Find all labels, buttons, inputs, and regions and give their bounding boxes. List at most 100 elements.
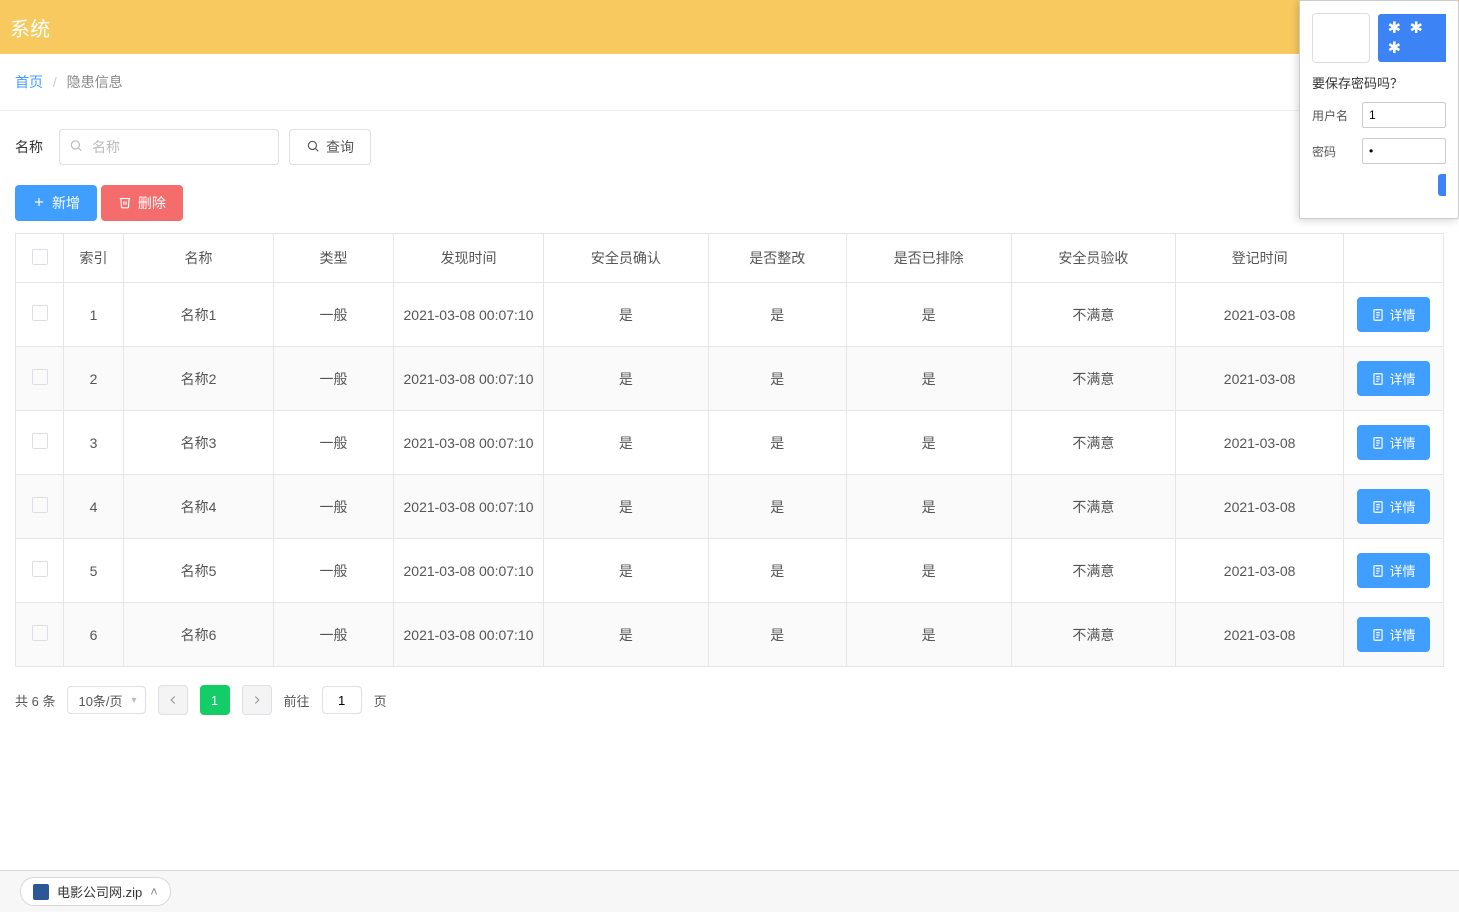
cell-rectified: 是	[708, 539, 846, 603]
cell-index: 6	[64, 603, 124, 667]
cell-found-time: 2021-03-08 00:07:10	[394, 283, 544, 347]
detail-button-label: 详情	[1389, 433, 1415, 452]
cell-excluded: 是	[846, 603, 1011, 667]
cell-rectified: 是	[708, 475, 846, 539]
table-row: 5名称5一般2021-03-08 00:07:10是是是不满意2021-03-0…	[16, 539, 1444, 603]
table-row: 1名称1一般2021-03-08 00:07:10是是是不满意2021-03-0…	[16, 283, 1444, 347]
document-icon	[1371, 500, 1385, 514]
cell-safety-confirm: 是	[544, 475, 709, 539]
row-checkbox[interactable]	[32, 561, 48, 577]
row-checkbox[interactable]	[32, 625, 48, 641]
header-type: 类型	[274, 234, 394, 283]
cell-register-time: 2021-03-08	[1176, 475, 1344, 539]
jump-suffix: 页	[374, 691, 387, 710]
detail-button[interactable]: 详情	[1357, 297, 1429, 332]
breadcrumb-current: 隐患信息	[67, 74, 123, 90]
page-size-label: 10条/页	[78, 691, 122, 710]
trash-icon	[118, 195, 132, 212]
cell-type: 一般	[274, 603, 394, 667]
header-safety-accept: 安全员验收	[1011, 234, 1176, 283]
jump-prefix: 前往	[284, 691, 310, 710]
row-checkbox[interactable]	[32, 369, 48, 385]
header-rectified: 是否整改	[708, 234, 846, 283]
name-filter-label: 名称	[15, 137, 43, 157]
delete-button[interactable]: 删除	[101, 185, 183, 221]
document-icon	[1371, 564, 1385, 578]
app-title: 系统	[10, 13, 50, 42]
table-row: 4名称4一般2021-03-08 00:07:10是是是不满意2021-03-0…	[16, 475, 1444, 539]
cell-name: 名称3	[124, 411, 274, 475]
chevron-right-icon	[250, 693, 264, 707]
prev-page-button[interactable]	[158, 685, 188, 715]
chevron-left-icon	[166, 693, 180, 707]
detail-button[interactable]: 详情	[1357, 617, 1429, 652]
row-checkbox[interactable]	[32, 497, 48, 513]
detail-button-label: 详情	[1389, 369, 1415, 388]
zip-file-icon	[33, 884, 49, 900]
detail-button[interactable]: 详情	[1357, 553, 1429, 588]
cell-safety-accept: 不满意	[1011, 539, 1176, 603]
download-item[interactable]: 电影公司网.zip ˄	[20, 877, 171, 906]
detail-button[interactable]: 详情	[1357, 361, 1429, 396]
document-icon	[1371, 436, 1385, 450]
header-safety-confirm: 安全员确认	[544, 234, 709, 283]
page-size-select[interactable]: 10条/页	[67, 686, 145, 714]
magnifier-icon	[306, 139, 320, 156]
breadcrumb-home[interactable]: 首页	[15, 74, 43, 90]
save-popup-primary-button[interactable]	[1438, 174, 1446, 196]
detail-button-label: 详情	[1389, 561, 1415, 580]
search-button[interactable]: 查询	[289, 129, 371, 165]
plus-icon	[32, 195, 46, 212]
document-icon	[1371, 308, 1385, 322]
header-name: 名称	[124, 234, 274, 283]
cell-name: 名称4	[124, 475, 274, 539]
cell-excluded: 是	[846, 475, 1011, 539]
detail-button[interactable]: 详情	[1357, 489, 1429, 524]
select-all-checkbox[interactable]	[32, 249, 48, 265]
save-popup-title: 要保存密码吗？	[1312, 73, 1446, 92]
name-filter-input[interactable]	[59, 129, 279, 165]
cell-found-time: 2021-03-08 00:07:10	[394, 539, 544, 603]
chevron-up-icon: ˄	[150, 884, 158, 899]
cell-safety-confirm: 是	[544, 283, 709, 347]
cell-register-time: 2021-03-08	[1176, 283, 1344, 347]
download-bar: 电影公司网.zip ˄	[0, 870, 1459, 912]
cell-index: 3	[64, 411, 124, 475]
row-checkbox[interactable]	[32, 305, 48, 321]
cell-safety-accept: 不满意	[1011, 603, 1176, 667]
table-row: 6名称6一般2021-03-08 00:07:10是是是不满意2021-03-0…	[16, 603, 1444, 667]
cell-safety-accept: 不满意	[1011, 283, 1176, 347]
cell-name: 名称5	[124, 539, 274, 603]
header-actions	[1344, 234, 1444, 283]
detail-button-label: 详情	[1389, 625, 1415, 644]
cell-register-time: 2021-03-08	[1176, 347, 1344, 411]
detail-button[interactable]: 详情	[1357, 425, 1429, 460]
add-button[interactable]: 新增	[15, 185, 97, 221]
breadcrumb-sep: /	[53, 74, 57, 90]
cell-index: 4	[64, 475, 124, 539]
cell-safety-accept: 不满意	[1011, 475, 1176, 539]
row-checkbox[interactable]	[32, 433, 48, 449]
cell-safety-confirm: 是	[544, 411, 709, 475]
cell-register-time: 2021-03-08	[1176, 539, 1344, 603]
username-input[interactable]	[1362, 102, 1446, 128]
detail-button-label: 详情	[1389, 305, 1415, 324]
cell-excluded: 是	[846, 539, 1011, 603]
header-index: 索引	[64, 234, 124, 283]
cell-name: 名称6	[124, 603, 274, 667]
cell-type: 一般	[274, 283, 394, 347]
jump-page-input[interactable]	[322, 686, 362, 714]
cell-rectified: 是	[708, 283, 846, 347]
next-page-button[interactable]	[242, 685, 272, 715]
password-input[interactable]	[1362, 138, 1446, 164]
pagination-total: 共 6 条	[15, 691, 55, 710]
page-number-1[interactable]: 1	[200, 685, 230, 715]
asterisk-badge: ✱ ✱ ✱	[1378, 14, 1446, 62]
table-row: 3名称3一般2021-03-08 00:07:10是是是不满意2021-03-0…	[16, 411, 1444, 475]
password-label: 密码	[1312, 143, 1354, 160]
cell-rectified: 是	[708, 347, 846, 411]
download-filename: 电影公司网.zip	[57, 882, 142, 901]
cell-type: 一般	[274, 475, 394, 539]
cell-register-time: 2021-03-08	[1176, 411, 1344, 475]
cell-safety-confirm: 是	[544, 539, 709, 603]
